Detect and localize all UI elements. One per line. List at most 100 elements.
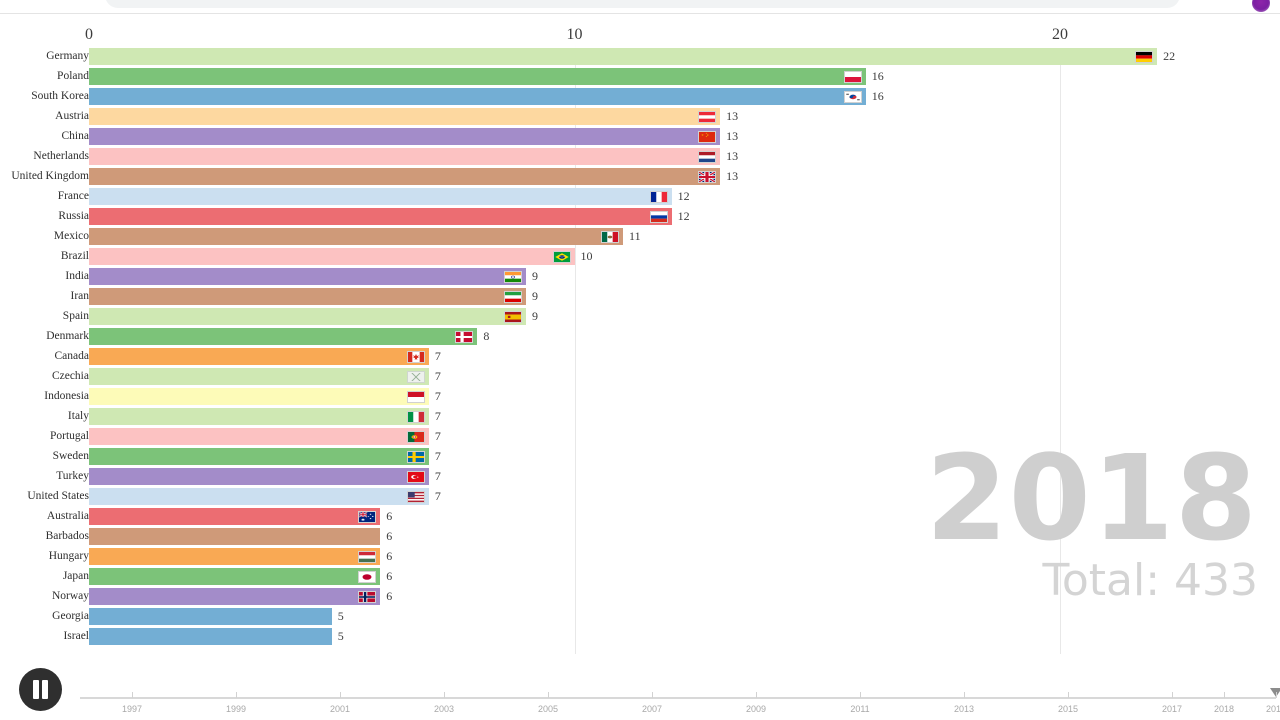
- bar-value-label: 9: [531, 269, 538, 283]
- bar-row[interactable]: China 13: [0, 128, 1280, 148]
- bar[interactable]: [89, 448, 429, 465]
- bar[interactable]: [89, 308, 526, 325]
- bar-row-label: Czechia: [51, 370, 89, 382]
- timeline-tick: [236, 692, 237, 698]
- bar[interactable]: [89, 468, 429, 485]
- timeline-tick-label: 2003: [433, 704, 455, 714]
- bar[interactable]: [89, 148, 721, 165]
- bar-row[interactable]: Israel 5: [0, 628, 1280, 648]
- bar-row[interactable]: United Kingdom 13: [0, 168, 1280, 188]
- bar-row-label: Australia: [46, 510, 89, 522]
- bar[interactable]: [89, 48, 1158, 65]
- timeline-tick-label: 2017: [1161, 704, 1183, 714]
- flag-icon-au: [358, 510, 377, 523]
- bar-row-label: Iran: [70, 290, 89, 302]
- bar-row-label: Sweden: [52, 450, 89, 462]
- flag-icon-fr: [649, 190, 668, 203]
- bar[interactable]: [89, 388, 429, 405]
- bar-row[interactable]: Japan 6: [0, 568, 1280, 588]
- bar-row[interactable]: Turkey 7: [0, 468, 1280, 488]
- bar[interactable]: [89, 208, 672, 225]
- bar-row[interactable]: France 12: [0, 188, 1280, 208]
- bar-row[interactable]: Austria 13: [0, 108, 1280, 128]
- bar-row[interactable]: Hungary 6: [0, 548, 1280, 568]
- bar-row[interactable]: Spain 9: [0, 308, 1280, 328]
- flag-icon-nl: [698, 150, 717, 163]
- bar-row-label: Indonesia: [44, 390, 89, 402]
- bar-row[interactable]: Indonesia 7: [0, 388, 1280, 408]
- bar[interactable]: [89, 228, 624, 245]
- bar-value-label: 10: [580, 249, 593, 263]
- timeline-tick: [756, 692, 757, 698]
- browser-address-bar[interactable]: [105, 0, 1180, 8]
- bar-row[interactable]: Sweden 7: [0, 448, 1280, 468]
- bar[interactable]: [89, 288, 526, 305]
- pause-button[interactable]: [19, 668, 62, 711]
- bar-row[interactable]: Germany 22: [0, 48, 1280, 68]
- bar-value-label: 7: [434, 349, 441, 363]
- timeline-tick: [1172, 692, 1173, 698]
- timeline-tick: [132, 692, 133, 698]
- bar-row[interactable]: Barbados 6: [0, 528, 1280, 548]
- timeline-slider-handle[interactable]: [1270, 688, 1280, 697]
- bar-value-label: 7: [434, 429, 441, 443]
- bar-row[interactable]: Denmark 8: [0, 328, 1280, 348]
- timeline-slider-track[interactable]: 1997 1999 2001 2003 2005 2007 2009 2011 2013 2015…: [80, 688, 1280, 714]
- bar[interactable]: [89, 268, 526, 285]
- bar[interactable]: [89, 128, 721, 145]
- bar[interactable]: [89, 588, 381, 605]
- bar-row-label: Netherlands: [33, 150, 89, 162]
- timeline-tick-label: 2019: [1265, 704, 1280, 714]
- bar[interactable]: [89, 368, 429, 385]
- bar-value-label: 12: [677, 189, 690, 203]
- bar[interactable]: [89, 488, 429, 505]
- bar[interactable]: [89, 168, 721, 185]
- bar-row-label: Mexico: [53, 230, 89, 242]
- bar-row[interactable]: Iran 9: [0, 288, 1280, 308]
- bar-row[interactable]: Czechia 7: [0, 368, 1280, 388]
- bar-row[interactable]: Norway 6: [0, 588, 1280, 608]
- bar[interactable]: [89, 188, 672, 205]
- bar[interactable]: [89, 628, 332, 645]
- bar[interactable]: [89, 528, 381, 545]
- bar-row[interactable]: Mexico 11: [0, 228, 1280, 248]
- timeline-控制-bar: 1997 1999 2001 2003 2005 2007 2009 2011 2013 2015…: [0, 654, 1280, 720]
- bar[interactable]: [89, 548, 381, 565]
- bar-row[interactable]: United States 7: [0, 488, 1280, 508]
- bar[interactable]: [89, 608, 332, 625]
- timeline-tick-label: 2001: [329, 704, 351, 714]
- timeline-tick: [1068, 692, 1069, 698]
- bar-row[interactable]: Australia 6: [0, 508, 1280, 528]
- bar[interactable]: [89, 68, 866, 85]
- flag-icon-se: [406, 450, 425, 463]
- flag-icon-it: [406, 410, 425, 423]
- bar-row-label: Poland: [57, 70, 89, 82]
- bar[interactable]: [89, 568, 381, 585]
- bar[interactable]: [89, 248, 575, 265]
- flag-icon-hu: [358, 550, 377, 563]
- bar-row[interactable]: Russia 12: [0, 208, 1280, 228]
- bar[interactable]: [89, 408, 429, 425]
- bar[interactable]: [89, 348, 429, 365]
- bar-value-label: 5: [337, 609, 344, 623]
- bar-row[interactable]: Poland 16: [0, 68, 1280, 88]
- profile-avatar-icon[interactable]: [1252, 0, 1270, 12]
- flag-icon-de: [1135, 50, 1154, 63]
- bar[interactable]: [89, 88, 866, 105]
- bar-row[interactable]: South Korea 16: [0, 88, 1280, 108]
- bar-row[interactable]: India 9: [0, 268, 1280, 288]
- bar-row[interactable]: Brazil 10: [0, 248, 1280, 268]
- bar-row-label: France: [57, 190, 89, 202]
- bar-row[interactable]: Canada 7: [0, 348, 1280, 368]
- bar[interactable]: [89, 328, 478, 345]
- flag-icon-cn: [698, 130, 717, 143]
- bar-row[interactable]: Italy 7: [0, 408, 1280, 428]
- bar-row[interactable]: Portugal 7: [0, 428, 1280, 448]
- bar-row[interactable]: Georgia 5: [0, 608, 1280, 628]
- bar[interactable]: [89, 428, 429, 445]
- bar-row-label: Barbados: [45, 530, 89, 542]
- bar[interactable]: [89, 508, 381, 525]
- bar-row[interactable]: Netherlands 13: [0, 148, 1280, 168]
- bar[interactable]: [89, 108, 721, 125]
- flag-icon-id: [406, 390, 425, 403]
